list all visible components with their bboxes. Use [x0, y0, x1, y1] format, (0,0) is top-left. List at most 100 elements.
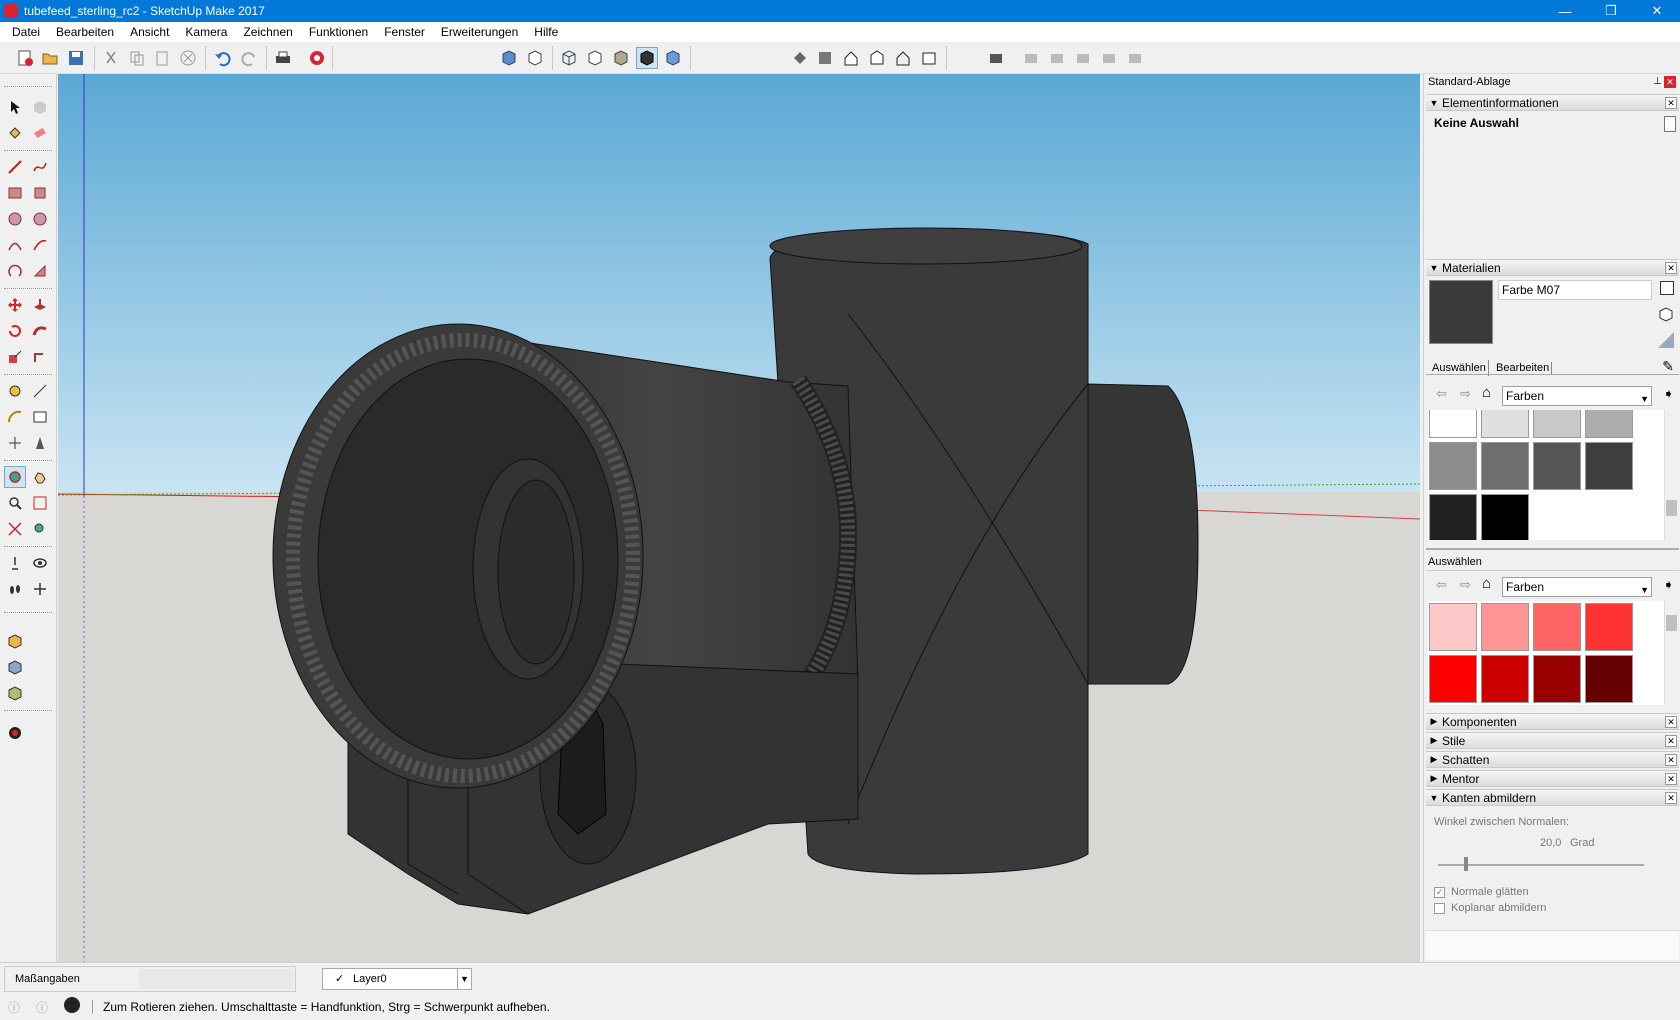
top-view-icon[interactable] — [814, 47, 836, 69]
layer-tool-5-icon[interactable] — [1124, 47, 1146, 69]
swatch-gray-4[interactable] — [1429, 442, 1477, 490]
layer-tool-2-icon[interactable] — [1046, 47, 1068, 69]
secondary-home-icon[interactable]: ⌂ — [1482, 575, 1491, 592]
cut-icon[interactable] — [100, 47, 122, 69]
secondary-back-arrow-icon[interactable]: ⇦ — [1436, 577, 1447, 593]
minimize-button[interactable]: — — [1542, 0, 1588, 22]
swatch-gray-3[interactable] — [1585, 410, 1633, 438]
eraser-icon[interactable] — [29, 122, 51, 144]
position-camera-icon[interactable] — [4, 552, 26, 574]
warehouse-3d-icon[interactable] — [4, 630, 26, 652]
swatch-red-4[interactable] — [1585, 603, 1633, 651]
shadows-header[interactable]: ▶ Schatten ✕ — [1426, 751, 1679, 768]
push-pull-icon[interactable] — [29, 294, 51, 316]
swatch-red-3[interactable] — [1533, 603, 1581, 651]
swatch-gray-7[interactable] — [1585, 442, 1633, 490]
rotated-rectangle-icon[interactable] — [29, 182, 51, 204]
credits-icon[interactable]: ⓘ — [36, 999, 48, 1016]
entity-info-header[interactable]: ▼ Elementinformationen ✕ — [1426, 94, 1679, 111]
components-close-icon[interactable]: ✕ — [1665, 716, 1677, 728]
shadows-close-icon[interactable]: ✕ — [1665, 754, 1677, 766]
zoom-window-icon[interactable] — [29, 492, 51, 514]
close-button[interactable]: ✕ — [1634, 0, 1680, 22]
wireframe-icon[interactable] — [558, 47, 580, 69]
three-point-arc-icon[interactable] — [4, 260, 26, 282]
create-material-icon[interactable] — [1658, 306, 1674, 322]
offset-tool-icon[interactable] — [29, 346, 51, 368]
extension-manager-icon[interactable] — [4, 722, 26, 744]
forward-arrow-icon[interactable]: ⇨ — [1460, 386, 1471, 402]
axes-tool-icon[interactable] — [4, 432, 26, 454]
share-model-icon[interactable] — [4, 656, 26, 678]
make-component-icon[interactable] — [29, 96, 51, 118]
open-folder-icon[interactable] — [39, 47, 61, 69]
swatch-red-2[interactable] — [1481, 603, 1529, 651]
menu-funktionen[interactable]: Funktionen — [301, 25, 376, 39]
protractor-icon[interactable] — [4, 406, 26, 428]
swatch-white[interactable] — [1429, 410, 1477, 438]
previous-view-icon[interactable] — [29, 518, 51, 540]
polygon-tool-icon[interactable] — [29, 208, 51, 230]
display-secondary-icon[interactable] — [1660, 281, 1674, 295]
entity-info-toggle-icon[interactable] — [1664, 116, 1676, 132]
model-info-icon[interactable] — [306, 47, 328, 69]
swatch-gray-5[interactable] — [1481, 442, 1529, 490]
line-tool-icon[interactable] — [4, 156, 26, 178]
soften-coplanar-checkbox[interactable] — [1434, 903, 1445, 914]
swatch-red-8[interactable] — [1585, 655, 1633, 703]
zoom-extents-icon[interactable] — [4, 518, 26, 540]
swatch-gray-2[interactable] — [1533, 410, 1581, 438]
arc-tool-icon[interactable] — [4, 234, 26, 256]
swatch-red-7[interactable] — [1533, 655, 1581, 703]
default-material-icon[interactable] — [1658, 332, 1674, 348]
pan-tool-icon[interactable] — [29, 466, 51, 488]
menu-fenster[interactable]: Fenster — [376, 25, 433, 39]
mentor-close-icon[interactable]: ✕ — [1665, 773, 1677, 785]
soften-edges-header[interactable]: ▼ Kanten abmildern ✕ — [1426, 789, 1679, 806]
select-tool-icon[interactable] — [4, 96, 26, 118]
entity-info-close-icon[interactable]: ✕ — [1665, 97, 1677, 109]
paint-bucket-icon[interactable] — [4, 122, 26, 144]
circle-tool-icon[interactable] — [4, 208, 26, 230]
secondary-library-select[interactable]: Farben ▼ — [1502, 577, 1652, 597]
pin-icon[interactable]: ⊥ — [1653, 76, 1662, 87]
tray-close-icon[interactable]: ✕ — [1664, 76, 1676, 88]
chevron-down-icon[interactable]: ▼ — [457, 969, 471, 989]
scale-tool-icon[interactable] — [4, 346, 26, 368]
mentor-header[interactable]: ▶ Mentor ✕ — [1426, 770, 1679, 787]
secondary-details-arrow-icon[interactable]: ➧ — [1663, 577, 1674, 593]
measurements-box[interactable]: Maßangaben — [4, 966, 296, 992]
dimension-tool-icon[interactable] — [29, 380, 51, 402]
model-viewport[interactable] — [58, 74, 1420, 962]
swatch-scrollbar[interactable] — [1664, 410, 1678, 540]
back-view-icon[interactable] — [892, 47, 914, 69]
secondary-scrollbar[interactable] — [1664, 601, 1678, 705]
shaded-icon[interactable] — [610, 47, 632, 69]
material-name-field[interactable]: Farbe M07 — [1498, 280, 1652, 300]
styles-close-icon[interactable]: ✕ — [1665, 735, 1677, 747]
details-arrow-icon[interactable]: ➧ — [1663, 386, 1674, 402]
back-edges-icon[interactable] — [524, 47, 546, 69]
paste-icon[interactable] — [151, 47, 173, 69]
soften-edges-close-icon[interactable]: ✕ — [1665, 792, 1677, 804]
left-view-icon[interactable] — [918, 47, 940, 69]
sample-paint-icon[interactable]: ✎ — [1662, 358, 1674, 375]
section-plane-icon[interactable] — [29, 578, 51, 600]
extension-warehouse-icon[interactable] — [4, 682, 26, 704]
menu-kamera[interactable]: Kamera — [177, 25, 235, 39]
swatch-red-5[interactable] — [1429, 655, 1477, 703]
undo-icon[interactable] — [212, 47, 234, 69]
components-header[interactable]: ▶ Komponenten ✕ — [1426, 713, 1679, 730]
sketchup-app-icon[interactable] — [4, 4, 18, 18]
zoom-tool-icon[interactable] — [4, 492, 26, 514]
menu-zeichnen[interactable]: Zeichnen — [235, 25, 300, 39]
menu-bearbeiten[interactable]: Bearbeiten — [48, 25, 122, 39]
orbit-tool-icon[interactable] — [4, 466, 26, 488]
swatch-gray-1[interactable] — [1481, 410, 1529, 438]
user-account-icon[interactable] — [64, 997, 80, 1013]
angle-slider-track[interactable] — [1438, 864, 1644, 866]
layer-tool-4-icon[interactable] — [1098, 47, 1120, 69]
right-view-icon[interactable] — [866, 47, 888, 69]
materials-header[interactable]: ▼ Materialien ✕ — [1426, 259, 1679, 276]
new-file-icon[interactable] — [14, 47, 36, 69]
